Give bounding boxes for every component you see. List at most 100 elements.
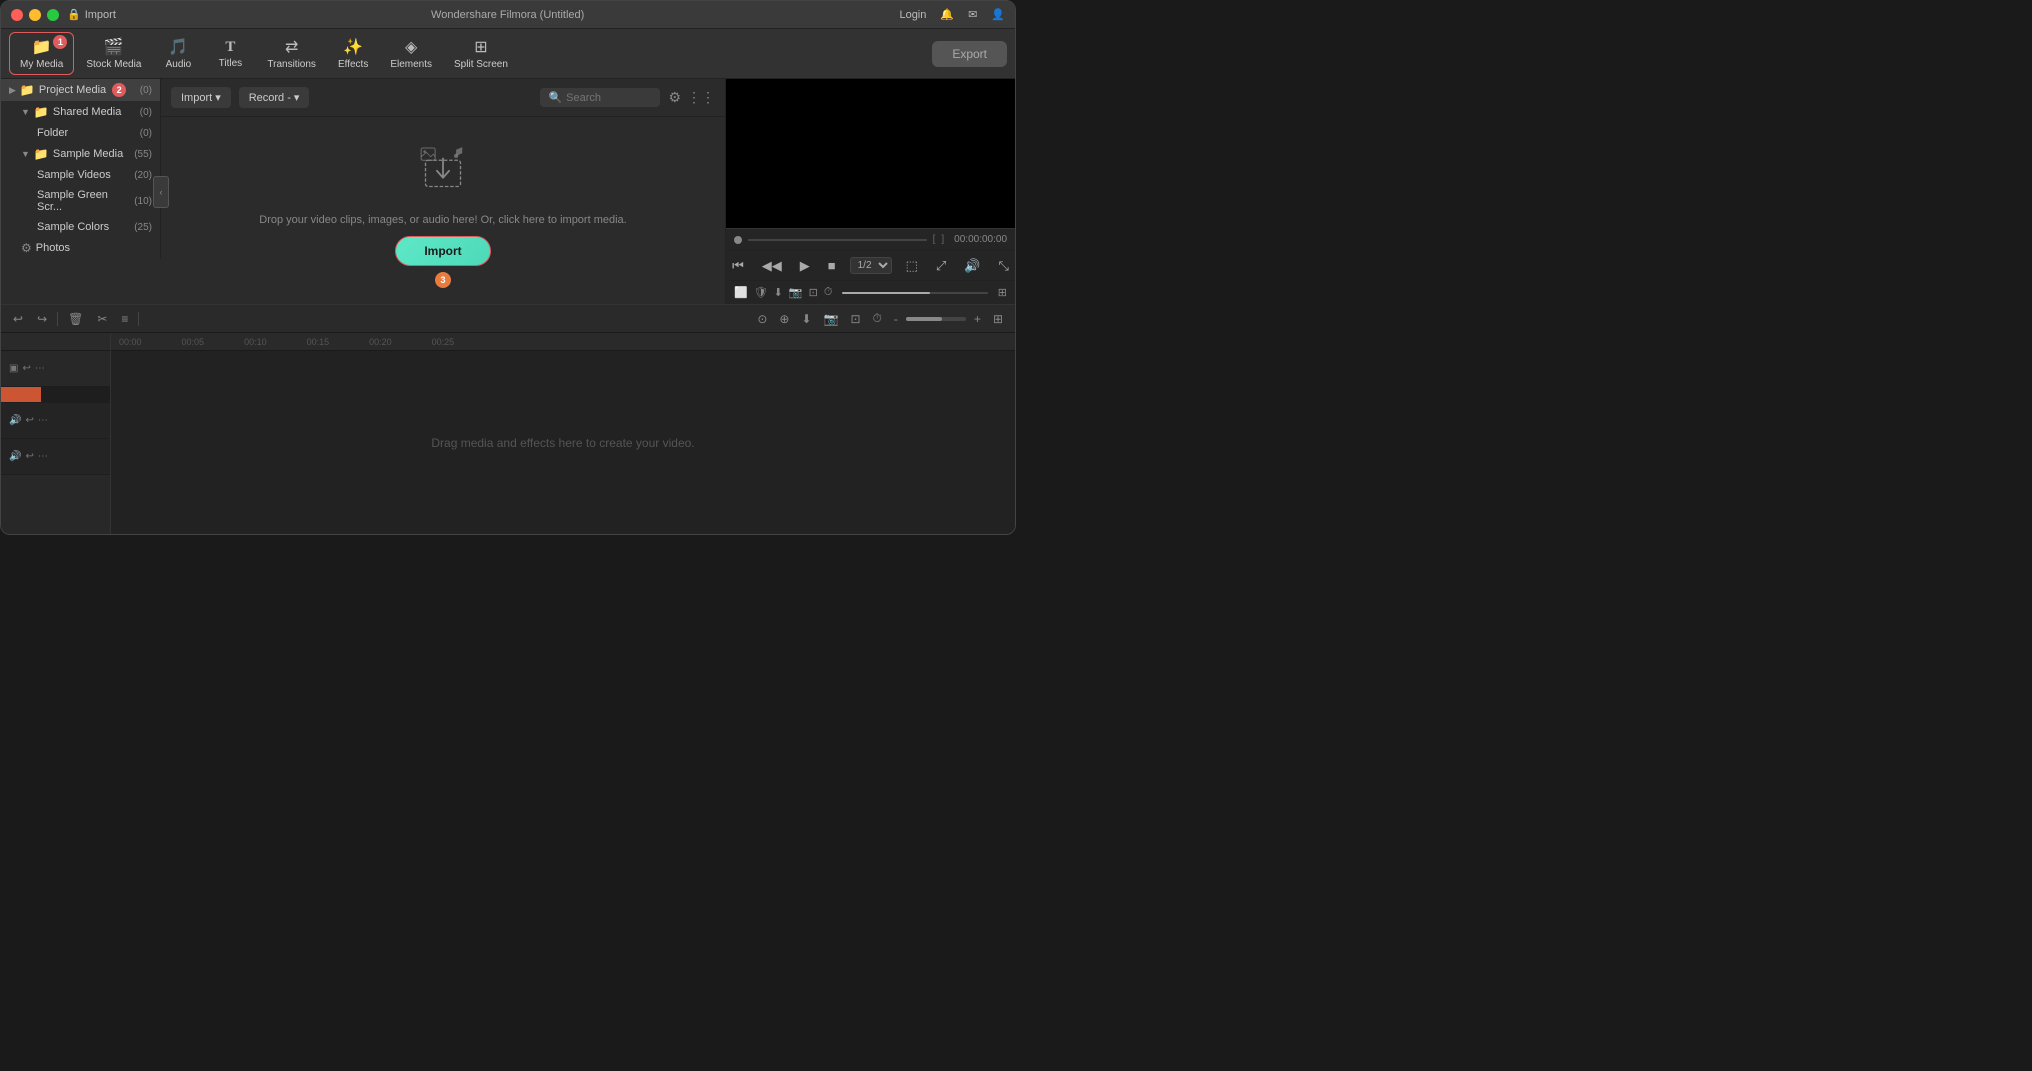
timeline-tool-4[interactable]: 📷 [820,310,843,328]
adjust-button[interactable]: ≡ [117,310,132,328]
orange-clip-indicator [1,387,41,402]
search-bar: 🔍 [540,88,660,107]
speed-select[interactable]: 1/2 1/1 2x [850,257,892,274]
preview-tool-motion[interactable]: ⬜ [734,286,748,299]
toolbar-my-media[interactable]: 📁 My Media 1 [9,32,74,75]
import-media-button[interactable]: Import [395,236,490,266]
timeline-tool-6[interactable]: ⏱ [869,309,886,328]
preview-tool-clock[interactable]: ⏱ [824,286,833,299]
transitions-label: Transitions [267,59,316,70]
effects-label: Effects [338,59,368,70]
elements-label: Elements [390,59,432,70]
right-handle[interactable]: ] [941,234,944,245]
timeline-tool-5[interactable]: ⊡ [846,310,864,328]
cut-button[interactable]: ✂ [93,310,111,328]
audio-1-loop[interactable]: ↩ [25,415,33,426]
sidebar-collapse-button[interactable]: ‹ [153,176,169,208]
audio-1-menu[interactable]: ⋯ [38,415,48,426]
preview-tool-layout[interactable]: ⊡ [809,286,818,299]
sidebar-item-photos[interactable]: ⚙ Photos [1,237,160,259]
step-back-button[interactable]: ◀◀ [758,256,786,276]
sidebar-item-sample-media[interactable]: ▼ 📁 Sample Media (55) [1,143,160,165]
stop-button[interactable]: ■ [824,256,840,275]
volume-button[interactable]: 🔊 [960,256,984,276]
preview-panel: [ ] 00:00:00:00 ⏮ ◀◀ ▶ ■ 1/2 1/1 2x ⬚ ⤢ … [725,79,1015,304]
import-dropdown-button[interactable]: Import ▾ [171,87,231,108]
minimize-button[interactable] [29,9,41,21]
toolbar-elements[interactable]: ◈ Elements [380,33,442,74]
drop-illustration [408,134,478,204]
sidebar-item-sample-colors[interactable]: Sample Colors (25) [1,217,160,237]
main-area: ▶ 📁 Project Media 2 (0) ▼ 📁 Shared Media… [1,79,1015,304]
timeline-tool-2[interactable]: ⊕ [775,310,793,328]
title-bar-right: Login 🔔 ✉ 👤 [899,8,1005,21]
sidebar-item-shared-media[interactable]: ▼ 📁 Shared Media (0) [1,101,160,123]
toolbar-transitions[interactable]: ⇄ Transitions [257,33,326,74]
zoom-slider[interactable] [906,317,966,321]
timeline-area: ↩ ↪ 🗑 ✂ ≡ ⊙ ⊕ ⬇ 📷 ⊡ ⏱ - + ⊞ [1,304,1015,534]
shared-media-count: (0) [140,107,152,118]
ruler-spacer [1,333,110,351]
sidebar-item-sample-videos[interactable]: Sample Videos (20) [1,165,160,185]
photos-label: Photos [36,242,70,254]
toolbar-stock-media[interactable]: 🎬 Stock Media [76,33,151,74]
my-media-icon: 📁 [32,37,52,57]
record-dropdown-button[interactable]: Record - ▾ [239,87,310,108]
left-handle[interactable]: [ [933,234,936,245]
toolbar-audio[interactable]: 🎵 Audio [153,33,203,74]
audio-2-menu[interactable]: ⋯ [38,451,48,462]
zoom-slider-fill [906,317,942,321]
preview-tool-expand[interactable]: ⊞ [998,286,1007,299]
record-dropdown-arrow: ▾ [294,91,300,104]
timeline-tools-right: ⊙ ⊕ ⬇ 📷 ⊡ ⏱ - + ⊞ [753,309,1007,328]
search-input[interactable] [566,92,646,104]
export-button[interactable]: Export [932,41,1007,67]
timeline-tool-1[interactable]: ⊙ [753,310,771,328]
mail-icon[interactable]: ✉ [968,8,977,21]
grid-view-icon[interactable]: ⋮⋮ [687,89,715,106]
volume-slider-track[interactable] [842,292,987,294]
preview-tool-download[interactable]: ⬇ [774,286,783,299]
zoom-fit-button[interactable]: ⤢ [932,256,950,276]
audio-label: Audio [166,59,192,70]
audio-1-icon: 🔊 [9,415,21,426]
preview-tool-protect[interactable]: 🛡 [754,286,768,299]
filter-icon[interactable]: ⚙ [668,89,681,106]
skip-back-button[interactable]: ⏮ [728,256,748,276]
notification-icon[interactable]: 🔔 [940,8,954,21]
undo-button[interactable]: ↩ [9,310,27,328]
sidebar-item-folder[interactable]: Folder (0) [1,123,160,143]
drop-text: Drop your video clips, images, or audio … [259,214,626,226]
preview-timeline-bar: [ ] 00:00:00:00 [726,228,1015,250]
sidebar-item-sample-green-screen[interactable]: Sample Green Scr... (10) [1,185,160,217]
sidebar-wrapper: ▶ 📁 Project Media 2 (0) ▼ 📁 Shared Media… [1,79,161,304]
expand-arrow-shared-media: ▼ [21,107,30,117]
zoom-plus-button[interactable]: + [970,310,985,328]
my-media-badge: 1 [53,35,67,49]
window-tab-label: Import [85,9,116,21]
toolbar-effects[interactable]: ✨ Effects [328,33,378,74]
redo-button[interactable]: ↪ [33,310,51,328]
toolbar-titles[interactable]: T Titles [205,35,255,73]
play-button[interactable]: ▶ [796,256,814,276]
delete-clip-button[interactable]: 🗑 [64,310,87,328]
maximize-button[interactable] [47,9,59,21]
toolbar-split-screen[interactable]: ⊞ Split Screen [444,33,518,74]
sidebar-item-project-media[interactable]: ▶ 📁 Project Media 2 (0) [1,79,160,101]
video-track-menu[interactable]: ⋯ [35,363,45,374]
close-button[interactable] [11,9,23,21]
login-button[interactable]: Login [899,9,926,21]
video-track-loop-icon[interactable]: ↩ [22,363,30,374]
sample-colors-count: (25) [134,222,152,233]
timeline-expand-button[interactable]: ⊞ [989,310,1007,328]
folder-icon-sample-media: 📁 [34,147,49,161]
expand-arrow-project-media: ▶ [9,85,16,96]
timeline-tool-3[interactable]: ⬇ [797,310,815,328]
fullscreen-button[interactable]: ⤡ [995,256,1013,276]
preview-tool-snapshot[interactable]: 📷 [789,286,803,299]
user-icon[interactable]: 👤 [991,8,1005,21]
audio-2-loop[interactable]: ↩ [25,451,33,462]
crop-button[interactable]: ⬚ [902,256,922,276]
progress-line[interactable] [748,239,927,241]
zoom-minus-button[interactable]: - [890,310,902,328]
